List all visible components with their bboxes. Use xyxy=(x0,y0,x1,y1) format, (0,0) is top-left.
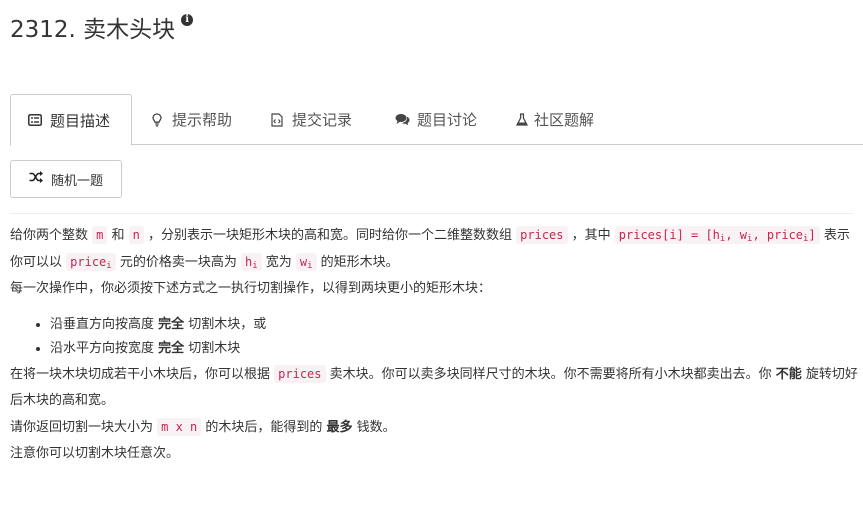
tab-solutions[interactable]: 社区题解 xyxy=(500,94,610,145)
shuffle-icon xyxy=(29,171,43,187)
list-alt-icon xyxy=(26,114,44,126)
description-paragraph-3: 在将一块木块切成若干小木块后，你可以根据 prices 卖木块。你可以卖多块同样… xyxy=(10,361,860,414)
inline-code: n xyxy=(128,226,144,244)
tab-description[interactable]: 题目描述 xyxy=(10,94,132,146)
random-problem-button[interactable]: 随机一题 xyxy=(10,160,122,198)
bold-text: 不能 xyxy=(775,367,802,382)
text: 请你返回切割一块大小为 xyxy=(10,420,158,435)
info-icon[interactable]: i xyxy=(181,14,194,26)
text: 的木块后，能得到的 xyxy=(201,420,327,435)
text: 切割木块，或 xyxy=(184,317,267,332)
code-text: prices[i] = [h xyxy=(618,228,720,242)
problem-description: 给你两个整数 m 和 n ，分别表示一块矩形木块的高和宽。同时给你一个二维整数数… xyxy=(10,222,860,467)
inline-code: prices xyxy=(516,226,568,244)
list-item: 沿垂直方向按高度 完全 切割木块，或 xyxy=(50,313,860,337)
inline-code: pricei xyxy=(66,253,116,271)
divider xyxy=(10,213,853,214)
text: 宽为 xyxy=(261,255,296,270)
bold-text: 完全 xyxy=(158,341,185,356)
inline-code: wi xyxy=(295,253,317,271)
inline-code: hi xyxy=(240,253,262,271)
code-text: ] xyxy=(808,228,816,242)
description-paragraph-1: 给你两个整数 m 和 n ，分别表示一块矩形木块的高和宽。同时给你一个二维整数数… xyxy=(10,222,860,276)
tab-submissions[interactable]: 提交记录 xyxy=(252,94,377,145)
cut-options-list: 沿垂直方向按高度 完全 切割木块，或 沿水平方向按宽度 完全 切割木块 xyxy=(10,313,860,361)
tab-bar: 题目描述 提示帮助 提交记录 题目讨论 社区题解 xyxy=(10,94,863,146)
inline-code: prices xyxy=(274,365,326,383)
tab-hints-label: 提示帮助 xyxy=(172,111,233,129)
text: 沿水平方向按宽度 xyxy=(50,341,159,356)
inline-code: m xyxy=(92,226,108,244)
tab-description-label: 题目描述 xyxy=(50,111,111,130)
inline-code: m x n xyxy=(157,418,202,436)
description-paragraph-2: 每一次操作中，你必须按下述方式之一执行切割操作，以得到两块更小的矩形木块： xyxy=(10,281,492,296)
text: 沿垂直方向按高度 xyxy=(50,317,159,332)
bold-text: 最多 xyxy=(326,420,353,435)
problem-title-text: 2312. 卖木头块 xyxy=(10,17,176,43)
text: 钱数。 xyxy=(352,420,396,435)
text: 卖木块。你可以卖多块同样尺寸的木块。你不需要将所有小木块都卖出去。你 xyxy=(325,367,776,382)
code-text: , price xyxy=(752,228,804,242)
text: 元的价格卖一块高为 xyxy=(115,255,241,270)
random-problem-label: 随机一题 xyxy=(50,173,103,189)
text: 在将一块木块切成若干小木块后，你可以根据 xyxy=(10,367,275,382)
inline-code: prices[i] = [hi, wi, pricei] xyxy=(614,226,820,244)
tab-discussion-label: 题目讨论 xyxy=(417,111,478,129)
comments-icon xyxy=(393,113,411,126)
subscript: i xyxy=(252,261,258,271)
text: 和 xyxy=(107,228,129,243)
subscript: i xyxy=(106,261,112,271)
tab-solutions-label: 社区题解 xyxy=(534,111,595,129)
description-paragraph-4: 请你返回切割一块大小为 m x n 的木块后，能得到的 最多 钱数。 xyxy=(10,414,860,441)
tab-hints[interactable]: 提示帮助 xyxy=(132,94,252,145)
text: 给你两个整数 xyxy=(10,228,93,243)
problem-title: 2312. 卖木头块 i xyxy=(10,10,194,44)
bold-text: 完全 xyxy=(158,317,185,332)
lightbulb-icon xyxy=(148,112,166,127)
flask-icon xyxy=(516,112,528,127)
description-paragraph-5: 注意你可以切割木块任意次。 xyxy=(10,446,180,461)
text: ，分别表示一块矩形木块的高和宽。同时给你一个二维整数数组 xyxy=(143,228,517,243)
code-text: , w xyxy=(725,228,748,242)
code-text: price xyxy=(70,255,107,269)
file-code-icon xyxy=(268,112,286,127)
tab-submissions-label: 提交记录 xyxy=(292,111,353,129)
text: 的矩形木块。 xyxy=(316,255,399,270)
text: ，其中 xyxy=(567,228,615,243)
tab-discussion[interactable]: 题目讨论 xyxy=(377,94,500,145)
subscript: i xyxy=(307,261,313,271)
text: 切割木块 xyxy=(184,341,241,356)
list-item: 沿水平方向按宽度 完全 切割木块 xyxy=(50,337,860,361)
